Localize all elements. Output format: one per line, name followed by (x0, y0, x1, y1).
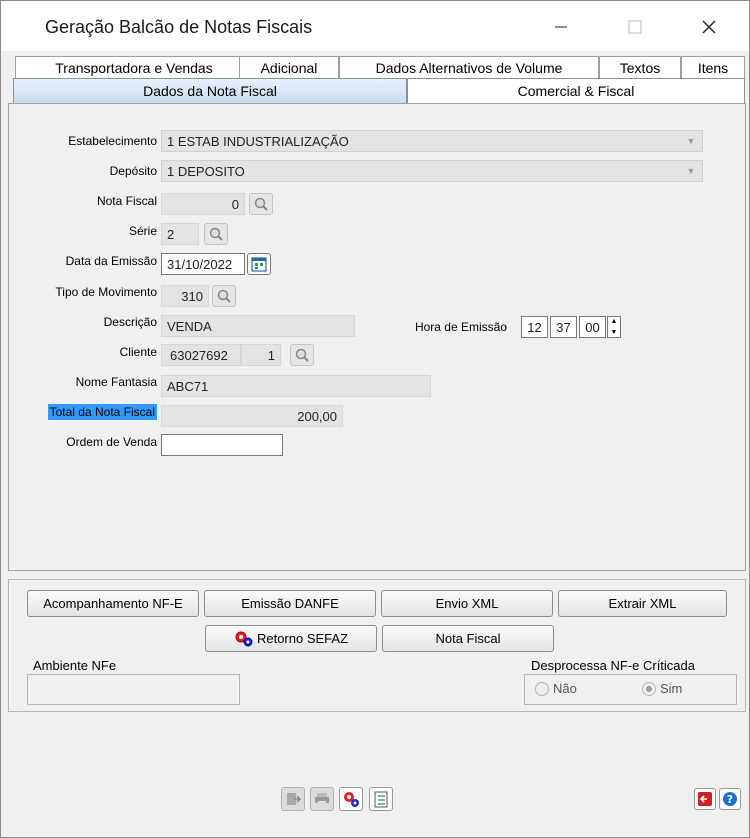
printer-icon (315, 793, 329, 806)
export-toolbar-button[interactable] (281, 787, 305, 811)
cliente-codigo: 63027692 (170, 347, 228, 363)
deposito-select[interactable]: 1 DEPOSITO ▼ (161, 160, 703, 182)
tipo-movimento-field[interactable]: 310 (161, 285, 209, 307)
nota-fiscal-button[interactable]: Nota Fiscal (382, 625, 554, 652)
deposito-value: 1 DEPOSITO (167, 163, 245, 179)
exit-button[interactable] (694, 788, 716, 810)
minuto-field[interactable]: 37 (550, 316, 577, 338)
nota-fiscal-search-button[interactable] (249, 193, 273, 215)
hora-emissao-label: Hora de Emissão (414, 320, 507, 334)
maximize-button[interactable] (615, 9, 655, 45)
ordem-venda-field[interactable] (161, 434, 283, 456)
help-button[interactable]: ? (719, 788, 741, 810)
estabelecimento-select[interactable]: 1 ESTAB INDUSTRIALIZAÇÃO ▼ (161, 130, 703, 152)
segundo-field[interactable]: 00 (579, 316, 606, 338)
acompanhamento-nfe-button[interactable]: Acompanhamento NF-E (27, 590, 199, 617)
chevron-down-icon: ▼ (686, 166, 696, 176)
print-toolbar-button[interactable] (310, 787, 334, 811)
extrair-xml-button[interactable]: Extrair XML (558, 590, 727, 617)
ordem-venda-label: Ordem de Venda (66, 435, 157, 449)
cliente-search-button[interactable] (290, 344, 314, 366)
data-emissao-field[interactable]: 31/10/2022 (161, 253, 245, 275)
maximize-icon (628, 20, 642, 34)
serie-label: Série (128, 224, 157, 238)
search-icon (295, 348, 309, 362)
envio-xml-button[interactable]: Envio XML (381, 590, 553, 617)
radio-sim[interactable] (642, 682, 656, 696)
desprocessa-title: Desprocessa NF-e Críticada (529, 658, 697, 673)
search-icon (254, 197, 268, 211)
calendar-button[interactable] (247, 253, 271, 275)
deposito-label: Depósito (109, 164, 157, 178)
window-title: Geração Balcão de Notas Fiscais (45, 17, 313, 37)
minimize-button[interactable] (541, 9, 581, 45)
estabelecimento-value: 1 ESTAB INDUSTRIALIZAÇÃO (167, 133, 349, 149)
tab-dados-nota-fiscal[interactable]: Dados da Nota Fiscal (13, 78, 407, 103)
search-icon (217, 289, 231, 303)
search-icon (209, 227, 223, 241)
hora-field[interactable]: 12 (521, 316, 548, 338)
cliente-codigo-field[interactable]: 63027692 (161, 344, 241, 366)
close-icon (702, 20, 716, 34)
radio-nao[interactable] (535, 682, 549, 696)
gears-icon (344, 792, 359, 807)
total-nota-label-wrap: Total da Nota Fiscal (41, 404, 157, 420)
tab-transportadora[interactable]: Transportadora e Vendas (15, 56, 253, 78)
nota-fiscal-field[interactable]: 0 (161, 193, 245, 215)
gears-icon (235, 631, 253, 646)
close-button[interactable] (689, 9, 729, 45)
total-nota-field[interactable]: 200,00 (161, 405, 343, 427)
help-icon: ? (723, 792, 737, 806)
ambiente-nfe-title: Ambiente NFe (31, 658, 119, 673)
tipo-movimento-search-button[interactable] (212, 285, 236, 307)
tab-adicional[interactable]: Adicional (239, 56, 339, 78)
tipo-movimento-label: Tipo de Movimento (55, 285, 157, 299)
serie-search-button[interactable] (204, 223, 228, 245)
data-emissao-label: Data da Emissão (65, 254, 157, 268)
spin-down-icon[interactable]: ▼ (611, 328, 618, 337)
radio-sim-label: Sim (660, 681, 683, 696)
radio-nao-label: Não (553, 681, 577, 696)
hora-spinner[interactable]: ▲ ▼ (607, 316, 621, 338)
calendar-icon (251, 257, 267, 272)
descricao-label: Descrição (103, 315, 157, 329)
cliente-seq-field[interactable]: 1 (241, 344, 281, 366)
tab-dados-alternativos[interactable]: Dados Alternativos de Volume (339, 56, 599, 78)
retorno-sefaz-label: Retorno SEFAZ (256, 631, 349, 646)
chevron-down-icon: ▼ (686, 136, 696, 146)
tab-comercial-fiscal[interactable]: Comercial & Fiscal (407, 78, 745, 103)
retorno-sefaz-button[interactable]: Retorno SEFAZ (205, 625, 377, 652)
serie-field[interactable]: 2 (161, 223, 199, 245)
minimize-icon (555, 26, 567, 28)
emissao-danfe-button[interactable]: Emissão DANFE (204, 590, 376, 617)
export-icon (287, 793, 301, 805)
total-nota-label: Total da Nota Fiscal (47, 404, 157, 420)
process-toolbar-button[interactable] (339, 787, 363, 811)
checklist-icon (374, 791, 388, 808)
descricao-field[interactable]: VENDA (161, 315, 355, 337)
tab-itens[interactable]: Itens (681, 56, 745, 78)
tab-textos[interactable]: Textos (599, 56, 681, 78)
spin-up-icon[interactable]: ▲ (611, 317, 618, 326)
estabelecimento-label: Estabelecimento (68, 134, 157, 148)
cliente-label: Cliente (119, 345, 157, 359)
nome-fantasia-label: Nome Fantasia (75, 375, 157, 389)
ambiente-nfe-group (27, 674, 240, 705)
main-window: Geração Balcão de Notas Fiscais Transpor… (0, 0, 750, 838)
nota-fiscal-label: Nota Fiscal (96, 194, 157, 208)
nome-fantasia-field[interactable]: ABC71 (161, 375, 431, 397)
svg-text:?: ? (727, 793, 733, 806)
checklist-toolbar-button[interactable] (369, 787, 393, 811)
title-bar: Geração Balcão de Notas Fiscais (1, 1, 749, 51)
exit-icon (698, 792, 712, 806)
